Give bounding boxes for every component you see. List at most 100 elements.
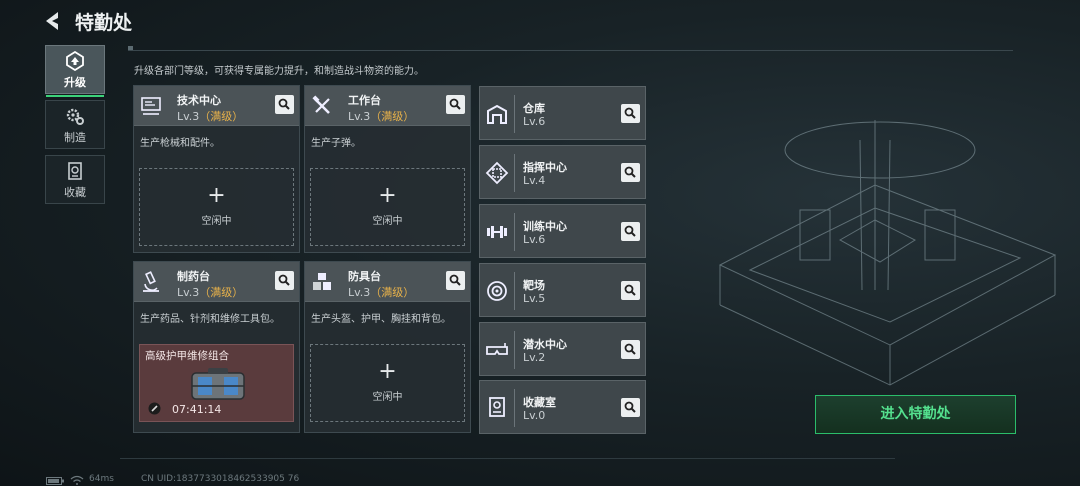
add-icon: +	[378, 183, 397, 208]
facility-name: 指挥中心	[523, 161, 567, 174]
max-level-tag: （满级）	[370, 110, 415, 123]
upgrade-icon	[66, 51, 84, 71]
department-card-workbench[interactable]: 工作台 Lv.3（满级） 生产子弹。 + 空闲中	[304, 85, 471, 253]
idle-production-slot[interactable]: + 空闲中	[310, 168, 465, 246]
facility-card-collection-room[interactable]: 收藏室 Lv.0	[479, 380, 646, 434]
nav-label: 制造	[64, 131, 86, 144]
department-name: 工作台	[348, 94, 381, 107]
facility-level: Lv.2	[523, 351, 546, 364]
department-description: 生产药品、针剂和维修工具包。	[140, 314, 280, 325]
facility-level: Lv.4	[523, 174, 546, 187]
search-button[interactable]	[446, 95, 465, 114]
department-level: Lv.3（满级）	[177, 110, 244, 123]
enter-special-ops-button[interactable]: 进入特勤处	[815, 395, 1016, 434]
search-icon	[624, 343, 636, 355]
department-card-armor-bench[interactable]: 防具台 Lv.3（满级） 生产头盔、护甲、胸挂和背包。 + 空闲中	[304, 261, 471, 433]
separator	[514, 154, 515, 192]
nav-tab-craft[interactable]: 制造	[45, 100, 105, 149]
slot-status: 空闲中	[372, 392, 403, 403]
nav-tab-collection[interactable]: 收藏	[45, 155, 105, 204]
search-icon	[278, 274, 290, 286]
card-header: 防具台 Lv.3（满级）	[305, 262, 470, 302]
search-icon	[624, 225, 636, 237]
footer-divider	[120, 458, 895, 459]
network-latency: 64ms	[89, 474, 114, 484]
card-header: 技术中心 Lv.3（满级）	[134, 86, 299, 126]
search-button[interactable]	[621, 163, 640, 182]
target-icon	[487, 281, 507, 301]
facility-name: 靶场	[523, 279, 545, 292]
separator	[514, 213, 515, 251]
search-icon	[449, 274, 461, 286]
trophy-icon	[489, 397, 505, 417]
idle-production-slot[interactable]: + 空闲中	[139, 168, 294, 246]
department-level: Lv.3（满级）	[348, 286, 415, 299]
gears-icon	[66, 108, 84, 125]
wrench-icon	[148, 402, 161, 415]
separator	[514, 331, 515, 369]
crafting-timer: 07:41:14	[172, 403, 222, 416]
department-card-tech-center[interactable]: 技术中心 Lv.3（满级） 生产枪械和配件。 + 空闲中	[133, 85, 300, 253]
section-description: 升级各部门等级，可获得专属能力提升，和制造战斗物资的能力。	[134, 66, 424, 77]
department-name: 技术中心	[177, 94, 221, 107]
facility-level: Lv.5	[523, 292, 546, 305]
search-button[interactable]	[621, 398, 640, 417]
back-arrow-icon[interactable]	[42, 10, 64, 32]
department-card-pharmacy[interactable]: 制药台 Lv.3（满级） 生产药品、针剂和维修工具包。 高级护甲维修组合 07:…	[133, 261, 300, 433]
crafting-item-name: 高级护甲维修组合	[145, 350, 229, 362]
header-divider	[128, 50, 1013, 51]
search-icon	[624, 166, 636, 178]
separator	[514, 95, 515, 133]
department-description: 生产子弹。	[311, 138, 361, 149]
department-name: 制药台	[177, 270, 210, 283]
wifi-icon	[70, 475, 84, 485]
department-description: 生产枪械和配件。	[140, 138, 220, 149]
nav-label: 升级	[64, 76, 86, 89]
facility-name: 仓库	[523, 102, 545, 115]
department-name: 防具台	[348, 270, 381, 283]
search-icon	[624, 284, 636, 296]
separator	[514, 272, 515, 310]
facility-level: Lv.6	[523, 233, 546, 246]
dumbbell-icon	[487, 226, 507, 238]
facility-card-command-center[interactable]: 指挥中心 Lv.4	[479, 145, 646, 199]
monitor-icon	[141, 97, 161, 115]
search-button[interactable]	[275, 271, 294, 290]
facility-card-training-center[interactable]: 训练中心 Lv.6	[479, 204, 646, 258]
add-icon: +	[378, 359, 397, 384]
department-level: Lv.3（满级）	[177, 286, 244, 299]
page-title: 特勤处	[75, 12, 133, 34]
nav-tab-upgrade[interactable]: 升级	[45, 45, 105, 97]
max-level-tag: （满级）	[199, 286, 244, 299]
diving-mask-icon	[486, 343, 508, 355]
search-icon	[278, 98, 290, 110]
base-illustration	[718, 120, 1057, 386]
add-icon: +	[207, 183, 226, 208]
search-button[interactable]	[621, 104, 640, 123]
microscope-icon	[143, 271, 159, 292]
facility-level: Lv.0	[523, 409, 546, 422]
facility-name: 收藏室	[523, 396, 556, 409]
card-header: 制药台 Lv.3（满级）	[134, 262, 299, 302]
department-level: Lv.3（满级）	[348, 110, 415, 123]
command-center-icon	[485, 161, 509, 185]
facility-name: 潜水中心	[523, 338, 567, 351]
crafting-slot[interactable]: 高级护甲维修组合 07:41:14	[139, 344, 294, 422]
search-button[interactable]	[621, 340, 640, 359]
card-header: 工作台 Lv.3（满级）	[305, 86, 470, 126]
armor-repair-kit-icon	[191, 368, 245, 400]
search-button[interactable]	[446, 271, 465, 290]
search-icon	[624, 401, 636, 413]
user-uid: CN UID:1837733018462533905 76	[141, 474, 300, 484]
facility-card-shooting-range[interactable]: 靶场 Lv.5	[479, 263, 646, 317]
facility-card-diving-center[interactable]: 潜水中心 Lv.2	[479, 322, 646, 376]
facility-card-warehouse[interactable]: 仓库 Lv.6	[479, 86, 646, 140]
idle-production-slot[interactable]: + 空闲中	[310, 344, 465, 422]
department-description: 生产头盔、护甲、胸挂和背包。	[311, 314, 451, 325]
search-button[interactable]	[621, 222, 640, 241]
max-level-tag: （满级）	[370, 286, 415, 299]
battery-icon	[46, 477, 64, 485]
search-button[interactable]	[621, 281, 640, 300]
search-button[interactable]	[275, 95, 294, 114]
search-icon	[449, 98, 461, 110]
